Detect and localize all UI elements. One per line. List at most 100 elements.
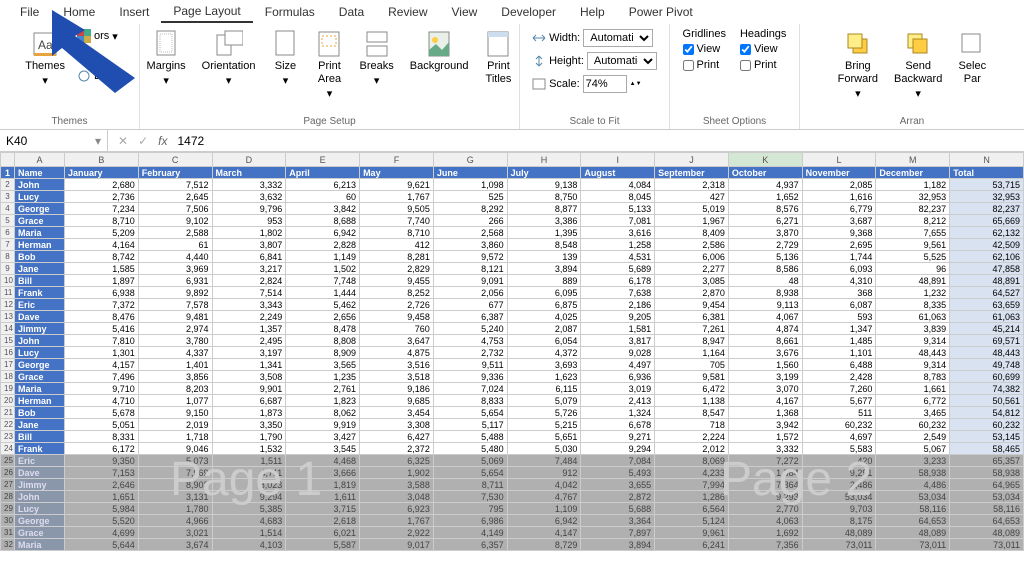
cell[interactable]: Bob [15,407,65,419]
cell[interactable]: 4,710 [65,395,139,407]
cell[interactable]: 7,994 [655,479,729,491]
cell[interactable]: 6,021 [286,527,360,539]
cell[interactable]: 3,647 [360,335,434,347]
cell[interactable]: 8,335 [876,299,950,311]
cell[interactable]: 7,748 [286,275,360,287]
cell[interactable]: 2,186 [581,299,655,311]
cell[interactable]: 9,458 [360,311,434,323]
cell[interactable]: 1,182 [876,179,950,191]
cell[interactable]: 3,217 [212,263,286,275]
cell[interactable]: 420 [802,455,876,467]
cell[interactable]: 1,651 [65,491,139,503]
cell[interactable]: 4,025 [507,311,581,323]
cell[interactable]: 8,877 [507,203,581,215]
cell[interactable]: 1,077 [138,395,212,407]
cell[interactable]: 795 [433,503,507,515]
cell[interactable]: 6,325 [360,455,434,467]
cell[interactable]: 6,687 [212,395,286,407]
cell[interactable]: 2,277 [655,263,729,275]
col-header[interactable]: G [433,153,507,167]
cell[interactable]: 7,084 [581,455,655,467]
cell[interactable]: 5,488 [433,431,507,443]
cell[interactable]: 5,069 [433,455,507,467]
cell[interactable]: 96 [876,263,950,275]
cell[interactable]: 2,729 [728,239,802,251]
cell[interactable]: 9,091 [433,275,507,287]
cell[interactable]: John [15,179,65,191]
cell[interactable]: 1,286 [655,491,729,503]
cell[interactable]: 1,502 [286,263,360,275]
cell[interactable]: 2,486 [802,479,876,491]
cell[interactable]: 2,249 [212,311,286,323]
background-button[interactable]: Background [406,28,473,75]
cell[interactable]: 2,726 [360,299,434,311]
cell[interactable]: 60,232 [876,419,950,431]
cell[interactable]: 6,931 [138,275,212,287]
cell[interactable]: 1,324 [581,407,655,419]
send-backward-button[interactable]: Send Backward ▾ [890,28,946,104]
cell[interactable]: 4,157 [65,359,139,371]
cell[interactable]: 4,233 [655,467,729,479]
cell[interactable]: 8,292 [433,203,507,215]
cell[interactable]: 9,581 [655,371,729,383]
row-header[interactable]: 16 [1,347,15,359]
cell[interactable]: 8,281 [360,251,434,263]
cell[interactable]: 3,807 [212,239,286,251]
cell[interactable]: 53,034 [950,491,1024,503]
cell[interactable]: 3,465 [876,407,950,419]
row-header[interactable]: 15 [1,335,15,347]
cell[interactable]: 3,427 [286,431,360,443]
cell[interactable]: 2,974 [138,323,212,335]
cell[interactable]: John [15,335,65,347]
cell[interactable]: 3,386 [507,215,581,227]
cell[interactable]: 1,098 [433,179,507,191]
cell[interactable]: 4,767 [507,491,581,503]
tab-help[interactable]: Help [568,2,617,22]
cell[interactable]: 3,632 [212,191,286,203]
col-header[interactable]: M [876,153,950,167]
cell[interactable]: 6,387 [433,311,507,323]
cell[interactable]: 6,115 [507,383,581,395]
cell[interactable]: 1,616 [802,191,876,203]
cell[interactable]: 6,087 [802,299,876,311]
cell[interactable]: 62,106 [950,251,1024,263]
cell[interactable]: 6,172 [65,443,139,455]
cell[interactable]: 3,588 [360,479,434,491]
cell[interactable]: 9,796 [212,203,286,215]
row-header[interactable]: 3 [1,191,15,203]
cell[interactable]: 1,897 [65,275,139,287]
cell[interactable]: 5,133 [581,203,655,215]
cell[interactable]: 58,116 [950,503,1024,515]
cell[interactable]: 5,493 [581,467,655,479]
cell[interactable]: 3,666 [286,467,360,479]
cell[interactable]: John [15,491,65,503]
cell[interactable]: 6,841 [212,251,286,263]
cell[interactable]: 60,232 [950,419,1024,431]
col-header[interactable]: J [655,153,729,167]
cell[interactable]: 5,019 [655,203,729,215]
cell[interactable]: 7,234 [65,203,139,215]
cell[interactable]: 953 [212,215,286,227]
cell[interactable]: 1,532 [212,443,286,455]
cell[interactable]: 5,073 [138,455,212,467]
row-header[interactable]: 13 [1,311,15,323]
row-header[interactable]: 29 [1,503,15,515]
cell[interactable]: 8,062 [286,407,360,419]
row-header[interactable]: 26 [1,467,15,479]
cell[interactable]: 1,149 [286,251,360,263]
cell[interactable]: 8,710 [65,215,139,227]
cell[interactable]: 3,131 [138,491,212,503]
cell[interactable]: 48,089 [950,527,1024,539]
row-header[interactable]: 8 [1,251,15,263]
cell[interactable]: 8,045 [581,191,655,203]
cell[interactable]: 5,051 [65,419,139,431]
row-header[interactable]: 19 [1,383,15,395]
cell[interactable]: 4,149 [433,527,507,539]
col-header[interactable]: N [950,153,1024,167]
cell[interactable]: 2,413 [581,395,655,407]
cell[interactable]: 1,138 [655,395,729,407]
cell[interactable]: 7,506 [138,203,212,215]
cell[interactable]: 2,870 [655,287,729,299]
cell[interactable]: 8,331 [65,431,139,443]
cell[interactable]: 2,012 [655,443,729,455]
